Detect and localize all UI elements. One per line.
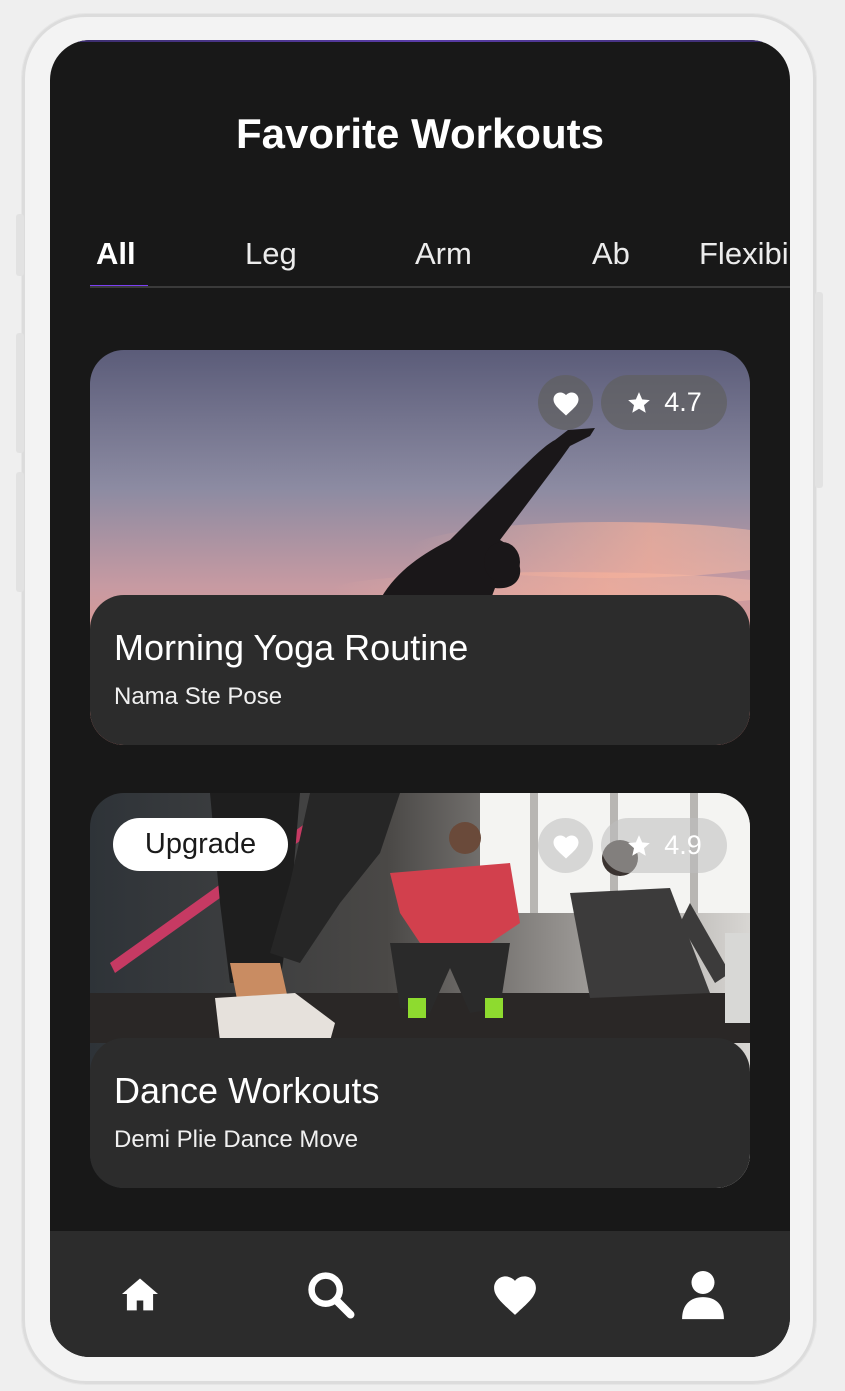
card-info-panel: Morning Yoga Routine Nama Ste Pose — [90, 595, 750, 745]
search-icon — [308, 1272, 355, 1319]
nav-home[interactable] — [110, 1267, 170, 1321]
rating-value: 4.9 — [664, 830, 702, 860]
heart-icon — [553, 835, 578, 858]
card-title: Morning Yoga Routine — [114, 627, 469, 668]
favorite-button[interactable] — [538, 818, 593, 873]
card-info-panel: Dance Workouts Demi Plie Dance Move — [90, 1038, 750, 1188]
category-tabs: All Leg Arm Ab Flexibility — [90, 222, 790, 288]
active-tab-indicator — [90, 285, 148, 286]
app-screen: Favorite Workouts All Leg Arm Ab Flexibi… — [50, 40, 790, 1357]
tab-all[interactable]: All — [96, 236, 136, 272]
home-icon — [122, 1278, 158, 1311]
bottom-navigation — [50, 1231, 790, 1357]
rating-badge: 4.7 — [601, 375, 727, 430]
nav-favorites[interactable] — [485, 1267, 545, 1321]
tab-ab[interactable]: Ab — [592, 236, 630, 272]
profile-icon — [682, 1271, 724, 1320]
rating-value: 4.7 — [664, 387, 702, 417]
workout-card-morning-yoga[interactable]: 4.7 Morning Yoga Routine Nama Ste Pose — [90, 350, 750, 745]
rating-badge: 4.9 — [601, 818, 727, 873]
heart-icon — [494, 1276, 536, 1315]
tab-leg[interactable]: Leg — [245, 236, 297, 272]
card-subtitle: Nama Ste Pose — [114, 683, 283, 710]
nav-profile[interactable] — [673, 1267, 733, 1321]
favorite-button[interactable] — [538, 375, 593, 430]
status-bar — [50, 40, 790, 42]
tab-flexibility[interactable]: Flexibility — [699, 236, 790, 272]
star-icon — [628, 834, 651, 856]
star-icon — [628, 391, 651, 413]
workout-card-dance[interactable]: Upgrade 4.9 Dance Workouts Demi Plie Dan… — [90, 793, 750, 1188]
device-volume-down — [16, 472, 24, 592]
page-title: Favorite Workouts — [236, 110, 604, 157]
card-title: Dance Workouts — [114, 1070, 380, 1111]
device-power-button — [815, 292, 823, 488]
tab-arm[interactable]: Arm — [415, 236, 472, 272]
card-subtitle: Demi Plie Dance Move — [114, 1126, 359, 1153]
upgrade-button[interactable]: Upgrade — [113, 818, 288, 871]
device-side-button — [16, 214, 24, 276]
device-volume-up — [16, 333, 24, 453]
nav-search[interactable] — [300, 1267, 360, 1321]
heart-icon — [553, 392, 578, 415]
